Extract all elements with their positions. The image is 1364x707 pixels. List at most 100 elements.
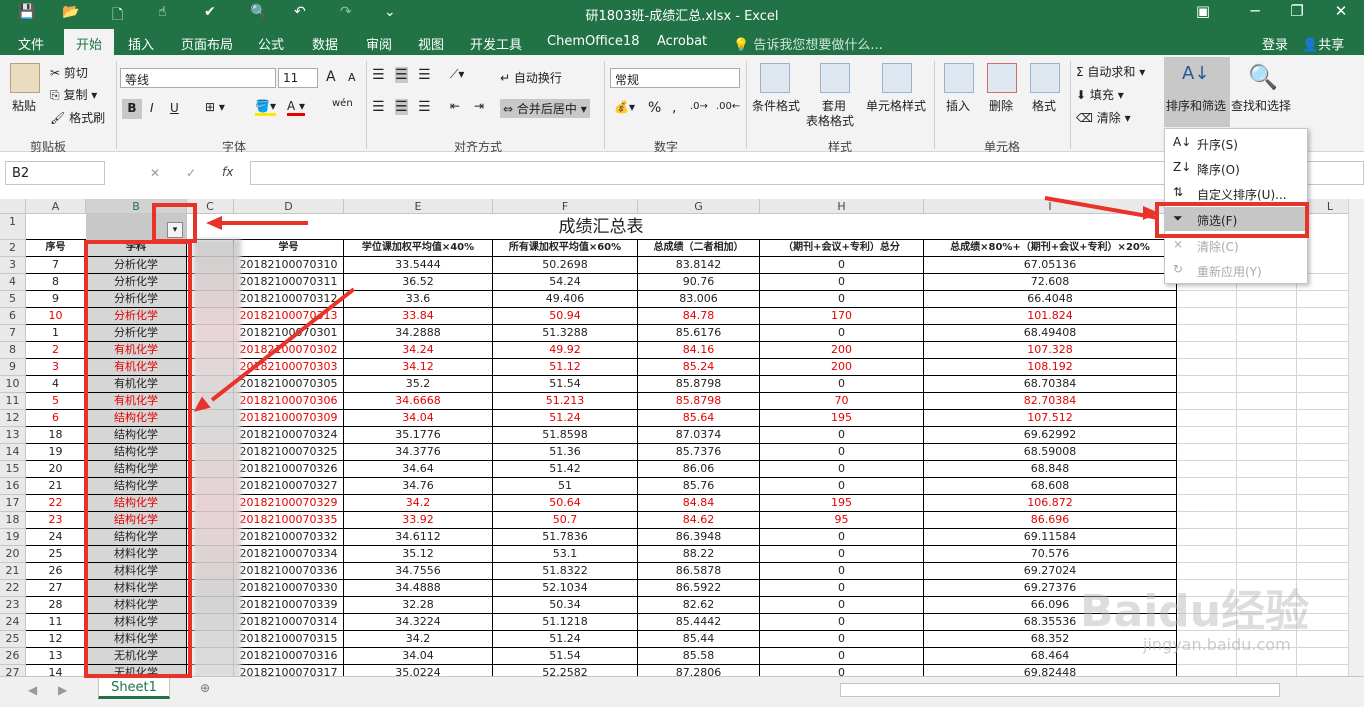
table-cell[interactable]: 20182100070317 bbox=[234, 665, 344, 676]
table-cell[interactable]: 20182100070314 bbox=[234, 614, 344, 631]
font-color-icon[interactable]: A ▾ bbox=[287, 99, 306, 116]
table-cell[interactable]: 0 bbox=[760, 291, 924, 308]
table-cell[interactable]: 4 bbox=[26, 376, 86, 393]
table-cell[interactable]: 85.58 bbox=[638, 648, 760, 665]
table-cell[interactable]: 35.0224 bbox=[344, 665, 493, 676]
table-cell[interactable]: 86.3948 bbox=[638, 529, 760, 546]
border-icon[interactable]: ⊞ ▾ bbox=[205, 100, 225, 114]
table-cell[interactable]: 28 bbox=[26, 597, 86, 614]
table-cell[interactable]: 107.512 bbox=[924, 410, 1177, 427]
copy-button[interactable]: ⎘ 复制 ▾ bbox=[50, 86, 97, 103]
table-cell[interactable]: 51.7836 bbox=[493, 529, 638, 546]
tab-formulas[interactable]: 公式 bbox=[258, 34, 284, 53]
table-cell[interactable]: 8 bbox=[26, 274, 86, 291]
row-header[interactable]: 7 bbox=[0, 325, 26, 342]
empty-cell[interactable] bbox=[1177, 529, 1237, 546]
table-cell[interactable]: 195 bbox=[760, 410, 924, 427]
table-cell[interactable]: 9 bbox=[26, 291, 86, 308]
tab-review[interactable]: 审阅 bbox=[366, 34, 392, 53]
bold-button[interactable]: B bbox=[122, 99, 142, 119]
table-cell[interactable]: 20182100070316 bbox=[234, 648, 344, 665]
table-cell[interactable]: 7 bbox=[26, 257, 86, 274]
table-cell[interactable]: 68.608 bbox=[924, 478, 1177, 495]
table-cell[interactable]: 50.2698 bbox=[493, 257, 638, 274]
enter-icon[interactable]: ✓ bbox=[186, 166, 196, 180]
empty-cell[interactable] bbox=[1237, 529, 1297, 546]
table-cell[interactable]: 20182100070306 bbox=[234, 393, 344, 410]
tab-home[interactable]: 开始 bbox=[64, 29, 115, 55]
table-cell[interactable]: 14 bbox=[26, 665, 86, 676]
table-cell[interactable]: 34.7556 bbox=[344, 563, 493, 580]
sign-in-link[interactable]: 登录 bbox=[1262, 34, 1288, 53]
fill-color-icon[interactable]: 🪣▾ bbox=[255, 99, 276, 116]
table-cell[interactable]: 5 bbox=[26, 393, 86, 410]
table-cell[interactable]: 34.2 bbox=[344, 495, 493, 512]
table-cell[interactable]: 50.64 bbox=[493, 495, 638, 512]
table-cell[interactable]: 51 bbox=[493, 478, 638, 495]
underline-button[interactable]: U bbox=[170, 101, 179, 115]
table-cell[interactable]: 34.4888 bbox=[344, 580, 493, 597]
table-cell[interactable]: 0 bbox=[760, 274, 924, 291]
table-cell[interactable]: 85.44 bbox=[638, 631, 760, 648]
table-cell[interactable]: 34.2888 bbox=[344, 325, 493, 342]
table-cell[interactable]: 0 bbox=[760, 444, 924, 461]
row-header[interactable]: 27 bbox=[0, 665, 26, 676]
header-cell[interactable]: 总成绩（二者相加） bbox=[638, 240, 760, 257]
row-header[interactable]: 14 bbox=[0, 444, 26, 461]
select-all-corner[interactable] bbox=[0, 199, 26, 214]
table-cell[interactable]: 69.62992 bbox=[924, 427, 1177, 444]
table-cell[interactable]: 200 bbox=[760, 359, 924, 376]
table-cell[interactable]: 34.3224 bbox=[344, 614, 493, 631]
table-cell[interactable]: 34.64 bbox=[344, 461, 493, 478]
table-cell[interactable]: 67.05136 bbox=[924, 257, 1177, 274]
align-top-icon[interactable]: ☰ bbox=[372, 67, 385, 83]
merge-center-button[interactable]: ⇔ 合并后居中 ▾ bbox=[500, 99, 590, 118]
table-cell[interactable]: 0 bbox=[760, 631, 924, 648]
font-size-select[interactable]: 11 bbox=[278, 68, 318, 88]
menu-reapply[interactable]: ↻ 重新应用(Y) bbox=[1165, 258, 1307, 282]
autosum-button[interactable]: Σ 自动求和 ▾ bbox=[1076, 63, 1145, 80]
table-cell[interactable]: 33.92 bbox=[344, 512, 493, 529]
sheet-title[interactable]: 成绩汇总表 bbox=[26, 214, 1177, 240]
delete-cells-button[interactable]: 删除 bbox=[989, 97, 1013, 114]
table-cell[interactable]: 1 bbox=[26, 325, 86, 342]
table-cell[interactable]: 2 bbox=[26, 342, 86, 359]
header-cell[interactable]: （期刊+会议+专利）总分 bbox=[760, 240, 924, 257]
table-cell[interactable]: 34.76 bbox=[344, 478, 493, 495]
row-header[interactable]: 24 bbox=[0, 614, 26, 631]
table-cell[interactable]: 35.1776 bbox=[344, 427, 493, 444]
row-header[interactable]: 6 bbox=[0, 308, 26, 325]
table-cell[interactable]: 0 bbox=[760, 648, 924, 665]
empty-cell[interactable] bbox=[1237, 512, 1297, 529]
table-cell[interactable]: 12 bbox=[26, 631, 86, 648]
table-cell[interactable]: 51.36 bbox=[493, 444, 638, 461]
table-cell[interactable]: 51.213 bbox=[493, 393, 638, 410]
empty-cell[interactable] bbox=[1237, 665, 1297, 676]
table-cell[interactable]: 3 bbox=[26, 359, 86, 376]
table-cell[interactable]: 33.5444 bbox=[344, 257, 493, 274]
table-cell[interactable]: 20182100070315 bbox=[234, 631, 344, 648]
insert-cells-button[interactable]: 插入 bbox=[946, 97, 970, 114]
table-cell[interactable]: 85.24 bbox=[638, 359, 760, 376]
table-cell[interactable]: 195 bbox=[760, 495, 924, 512]
increase-decimal-icon[interactable]: .0→ bbox=[690, 101, 708, 112]
table-cell[interactable]: 51.54 bbox=[493, 376, 638, 393]
table-cell[interactable]: 86.696 bbox=[924, 512, 1177, 529]
empty-cell[interactable] bbox=[1177, 461, 1237, 478]
table-cell[interactable]: 0 bbox=[760, 478, 924, 495]
table-cell[interactable]: 20182100070330 bbox=[234, 580, 344, 597]
table-cell[interactable]: 52.2582 bbox=[493, 665, 638, 676]
italic-button[interactable]: I bbox=[150, 101, 154, 115]
tell-me-box[interactable]: 💡 告诉我您想要做什么... bbox=[733, 34, 883, 53]
menu-sort-ascending[interactable]: A↓ 升序(S) bbox=[1165, 131, 1307, 155]
empty-cell[interactable] bbox=[1177, 478, 1237, 495]
table-cell[interactable]: 20182100070329 bbox=[234, 495, 344, 512]
table-cell[interactable]: 68.59008 bbox=[924, 444, 1177, 461]
empty-cell[interactable] bbox=[1237, 359, 1297, 376]
clear-button[interactable]: ⌫ 清除 ▾ bbox=[1076, 109, 1131, 126]
table-cell[interactable]: 23 bbox=[26, 512, 86, 529]
table-cell[interactable]: 107.328 bbox=[924, 342, 1177, 359]
row-header[interactable]: 16 bbox=[0, 478, 26, 495]
tab-view[interactable]: 视图 bbox=[418, 34, 444, 53]
table-cell[interactable]: 0 bbox=[760, 546, 924, 563]
